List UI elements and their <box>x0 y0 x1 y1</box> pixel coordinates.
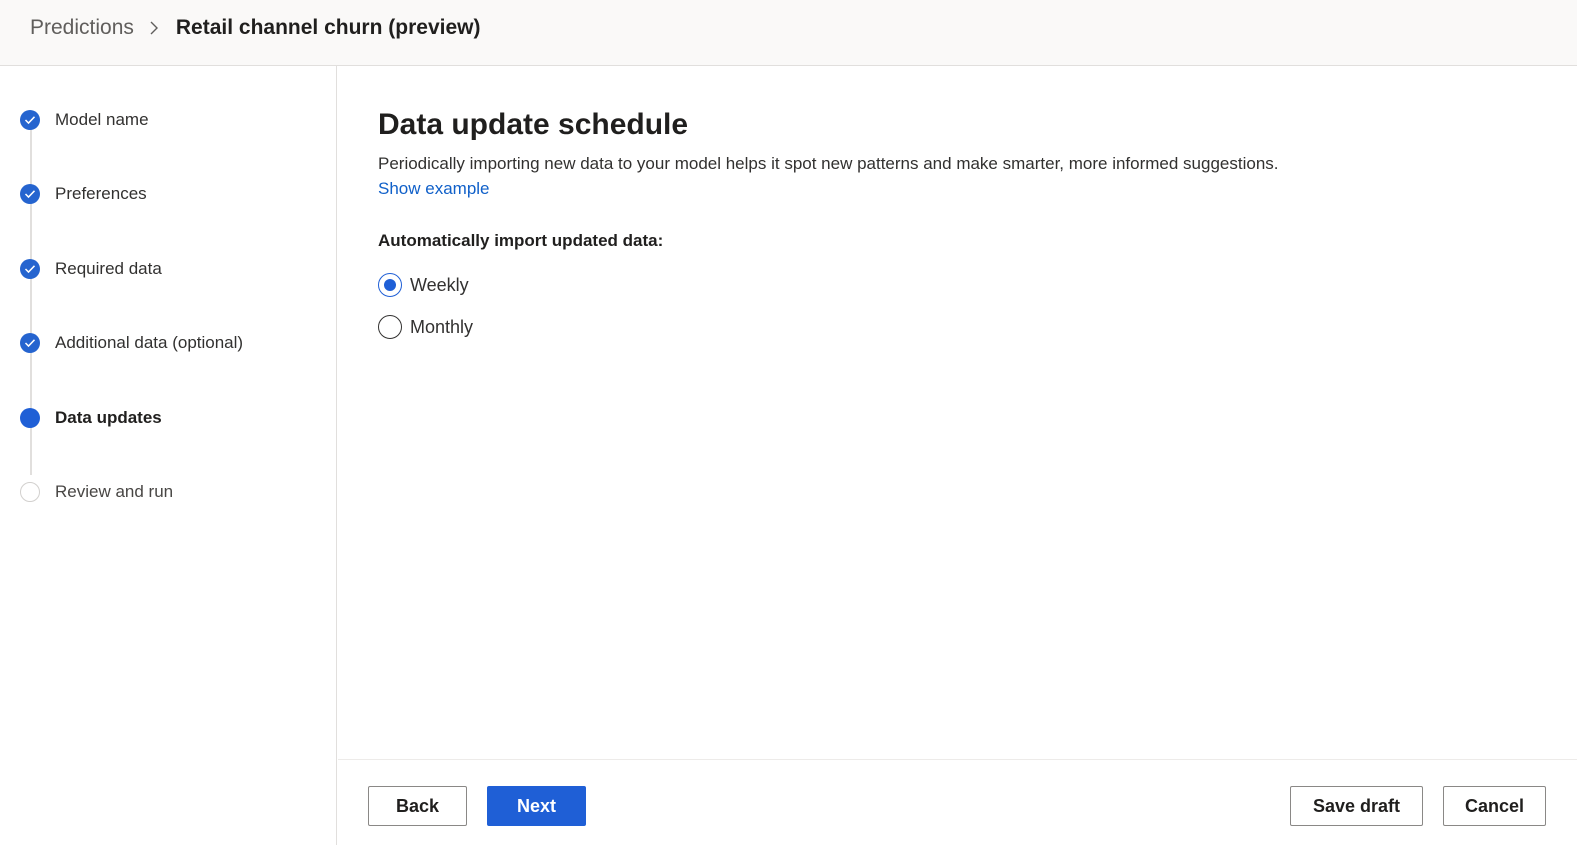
page-description: Periodically importing new data to your … <box>378 154 1279 173</box>
check-circle-icon <box>20 259 40 279</box>
radio-checked-icon[interactable] <box>378 273 402 297</box>
step-review-and-run[interactable]: Review and run <box>20 480 173 504</box>
breadcrumb: Predictions Retail channel churn (previe… <box>30 14 480 42</box>
step-label: Preferences <box>55 184 147 203</box>
next-button[interactable]: Next <box>487 786 586 826</box>
breadcrumb-current: Retail channel churn (preview) <box>175 16 481 39</box>
back-button[interactable]: Back <box>368 786 467 826</box>
check-circle-icon <box>20 333 40 353</box>
radio-dot-icon <box>384 279 396 291</box>
radio-unchecked-icon[interactable] <box>378 315 402 339</box>
step-model-name[interactable]: Model name <box>20 108 149 132</box>
step-label: Additional data (optional) <box>55 333 244 352</box>
footer-actions: Back Next Save draft Cancel <box>338 759 1577 845</box>
chevron-right-icon <box>142 16 166 40</box>
radio-weekly[interactable]: Weekly <box>378 272 469 298</box>
breadcrumb-predictions-link[interactable]: Predictions <box>30 16 134 40</box>
current-step-dot-icon <box>20 408 40 428</box>
step-label: Model name <box>55 110 149 129</box>
check-circle-icon <box>20 184 40 204</box>
show-example-link[interactable]: Show example <box>378 179 490 199</box>
radio-label: Weekly <box>410 274 469 295</box>
step-label: Required data <box>55 259 162 278</box>
step-label: Data updates <box>55 408 162 427</box>
step-preferences[interactable]: Preferences <box>20 182 147 206</box>
step-data-updates[interactable]: Data updates <box>20 406 162 430</box>
import-schedule-label: Automatically import updated data: <box>378 231 664 250</box>
page-title: Data update schedule <box>378 108 689 141</box>
page-header: Predictions Retail channel churn (previe… <box>0 0 1577 66</box>
save-draft-button[interactable]: Save draft <box>1290 786 1423 826</box>
check-circle-icon <box>20 110 40 130</box>
radio-monthly[interactable]: Monthly <box>378 314 473 340</box>
step-required-data[interactable]: Required data <box>20 257 162 281</box>
cancel-button[interactable]: Cancel <box>1443 786 1546 826</box>
step-additional-data[interactable]: Additional data (optional) <box>20 331 243 355</box>
wizard-steps-sidebar: Model name Preferences Required data Add… <box>0 66 337 845</box>
main-content: Data update schedule Periodically import… <box>338 66 1577 759</box>
radio-label: Monthly <box>410 316 474 337</box>
pending-step-circle-icon <box>20 482 40 502</box>
step-label: Review and run <box>55 482 174 501</box>
